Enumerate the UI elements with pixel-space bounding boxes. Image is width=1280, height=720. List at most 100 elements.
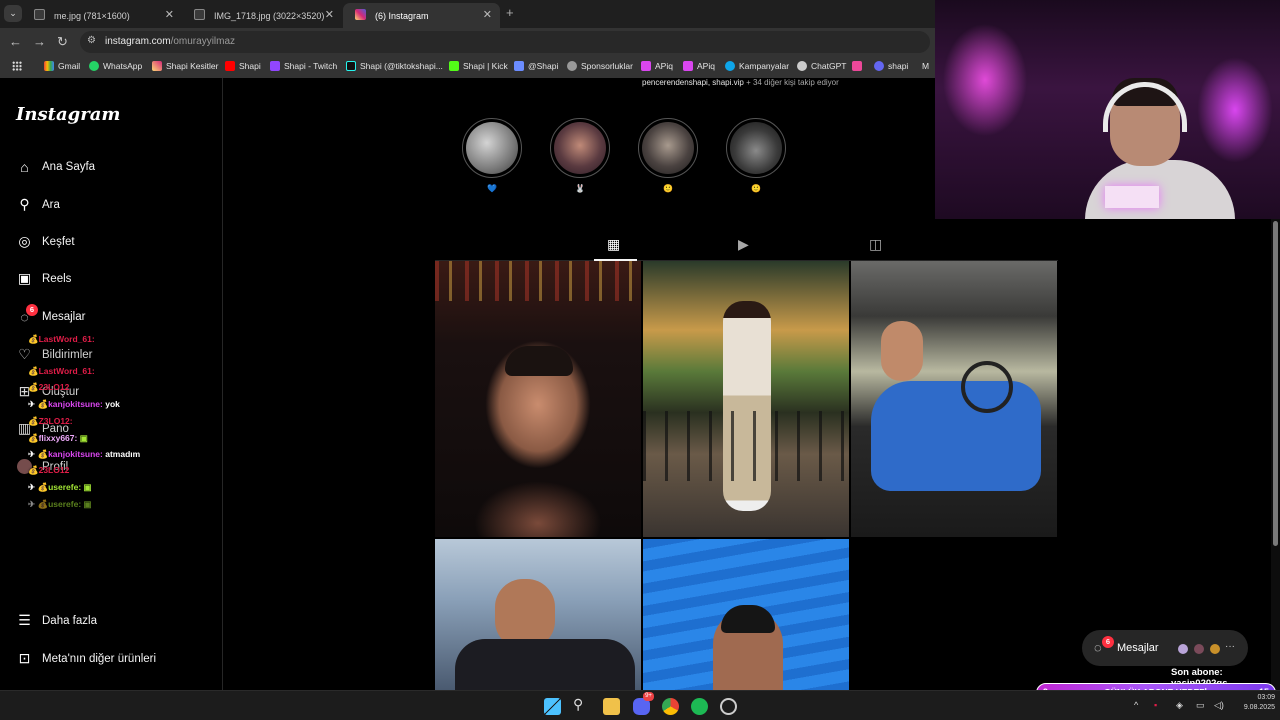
tray-monitor-icon[interactable]: ▭ <box>1196 700 1205 711</box>
nav-meta-products[interactable]: ⊡ Meta'nın diğer ürünleri <box>16 650 156 667</box>
story-highlight[interactable]: 🙂 <box>638 118 698 193</box>
post-thumbnail[interactable] <box>851 261 1057 537</box>
bookmark-at-shapi[interactable]: @Shapi <box>514 61 558 71</box>
bookmark-label: Gmail <box>58 61 81 71</box>
bookmark-whatsapp[interactable]: WhatsApp <box>89 61 142 71</box>
webcam-overlay <box>935 0 1280 219</box>
close-icon[interactable]: ✕ <box>325 8 334 21</box>
clock-time: 03:09 <box>1257 694 1275 701</box>
chrome-icon[interactable] <box>662 698 679 715</box>
highlight-title: 💙 <box>487 184 497 193</box>
post-thumbnail[interactable] <box>435 261 641 537</box>
forward-button[interactable]: → <box>33 34 46 49</box>
messages-badge: 6 <box>26 304 38 316</box>
blue-sweater <box>871 381 1041 491</box>
nav-explore[interactable]: ◎ Keşfet <box>16 233 75 250</box>
bookmark-label: Kampanyalar <box>739 61 790 71</box>
bookmark-gmail[interactable]: Gmail <box>44 61 80 71</box>
file-explorer-icon[interactable] <box>603 698 620 715</box>
apps-grid-icon[interactable] <box>12 61 22 71</box>
tab-search-button[interactable]: ⌄ <box>4 5 22 22</box>
tab-title: (6) Instagram <box>375 10 429 21</box>
post-thumbnail[interactable] <box>643 539 849 690</box>
chat-user: LastWord_61: <box>38 366 95 376</box>
bookmark-bi[interactable] <box>852 61 866 71</box>
tab-title: IMG_1718.jpg (3022×3520) <box>214 10 325 21</box>
bokeh-lights <box>435 261 641 301</box>
search-icon[interactable]: ⚲ <box>573 696 590 713</box>
nav-label: Reels <box>42 272 72 285</box>
bookmark-kampanyalar[interactable]: Kampanyalar <box>725 61 789 71</box>
messenger-icon: ◌ <box>1094 640 1102 655</box>
taskbar-clock[interactable]: 03:09 9.08.2025 <box>1233 693 1275 713</box>
bookmark-shapi-youtube[interactable]: Shapi <box>225 61 261 71</box>
bookmark-shapi-2[interactable]: shapi <box>874 61 908 71</box>
bookmark-shapi-kick[interactable]: Shapi | Kick <box>449 61 508 71</box>
bookmark-apiq-2[interactable]: APiq <box>683 61 715 71</box>
nav-label: Ana Sayfa <box>42 160 96 173</box>
tray-app-icon[interactable]: ▪ <box>1154 700 1157 710</box>
bookmark-apiq-1[interactable]: APiq <box>641 61 673 71</box>
highlight-title: 🙂 <box>663 184 673 193</box>
chat-user: userefe: <box>48 482 82 492</box>
story-highlight[interactable]: 💙 <box>462 118 522 193</box>
clock-date: 9.08.2025 <box>1243 704 1275 711</box>
nav-more[interactable]: ☰ Daha fazla <box>16 612 97 629</box>
bookmark-label: ChatGPT <box>811 61 847 71</box>
nav-home[interactable]: ⌂ Ana Sayfa <box>16 158 95 175</box>
spotify-icon[interactable] <box>691 698 708 715</box>
obs-icon[interactable] <box>720 698 737 715</box>
avatar <box>1177 643 1189 655</box>
grid-icon[interactable]: ▦ <box>607 236 620 253</box>
bookmark-chatgpt[interactable]: ChatGPT <box>797 61 846 71</box>
page-scrollbar[interactable] <box>1271 219 1280 690</box>
bookmark-label: Shapi (@tiktokshapi... <box>360 61 443 71</box>
chat-user: 23LO12 <box>38 465 70 475</box>
nav-search[interactable]: ⚲ Ara <box>16 196 60 213</box>
kick-icon <box>449 61 459 71</box>
bookmark-sponsorluklar[interactable]: Sponsorluklar <box>567 61 633 71</box>
chat-message: ✈ 💰kanjokitsune: atmadım <box>28 449 141 459</box>
bookmark-label: Shapi - Twitch <box>284 61 338 71</box>
close-icon[interactable]: ✕ <box>483 8 492 21</box>
site-info-icon[interactable]: ⚙ <box>87 35 96 46</box>
nav-notifications[interactable]: ♡ Bildirimler <box>16 346 92 363</box>
instagram-logo[interactable]: Instagram <box>16 104 120 125</box>
story-highlight[interactable]: 🐰 <box>550 118 610 193</box>
tagged-icon[interactable]: ◫ <box>869 236 882 253</box>
youtube-icon <box>225 61 235 71</box>
nav-reels[interactable]: ▣ Reels <box>16 270 72 287</box>
reload-button[interactable]: ↻ <box>57 34 68 50</box>
bookmark-label: @Shapi <box>528 61 559 71</box>
bookmark-shapi-twitch[interactable]: Shapi - Twitch <box>270 61 337 71</box>
address-bar[interactable]: ⚙ instagram.com/omurayyilmaz <box>80 31 930 53</box>
tab-title: me.jpg (781×1600) <box>54 10 130 21</box>
highlight-title: 🙂 <box>751 184 761 193</box>
windows-start-icon[interactable] <box>544 698 561 715</box>
tab-me-jpg[interactable]: me.jpg (781×1600) ✕ <box>22 3 182 28</box>
back-button[interactable]: ← <box>9 34 22 49</box>
story-highlight[interactable]: 🙂 <box>726 118 786 193</box>
scrollbar-thumb[interactable] <box>1273 221 1278 546</box>
tray-network-icon[interactable]: ◈ <box>1176 700 1183 711</box>
close-icon[interactable]: ✕ <box>165 8 174 21</box>
avatar <box>1193 643 1205 655</box>
followed-by-text[interactable]: pencerendenshapi, shapi.vip + 34 diğer k… <box>642 78 839 87</box>
keyboard-light <box>1105 186 1159 208</box>
tab-img-1718[interactable]: IMG_1718.jpg (3022×3520) ✕ <box>182 3 342 28</box>
new-tab-button[interactable]: + <box>506 5 514 20</box>
volume-icon[interactable]: ◁) <box>1214 700 1224 711</box>
gmail-icon <box>44 61 54 71</box>
tab-instagram[interactable]: (6) Instagram ✕ <box>343 3 500 28</box>
messages-pill[interactable]: ◌ 6 Mesajlar ··· <box>1082 630 1248 666</box>
bookmark-shapi-tiktok[interactable]: Shapi (@tiktokshapi... <box>346 61 443 71</box>
bookmark-m[interactable]: M <box>922 61 929 71</box>
post-thumbnail[interactable] <box>643 261 849 537</box>
bookmark-shapi-kesitler[interactable]: Shapi Kesitler <box>152 61 218 71</box>
tray-arrow-icon[interactable]: ^ <box>1134 700 1138 710</box>
chat-message: 💰LastWord_61: <box>28 334 95 344</box>
post-thumbnail[interactable] <box>435 539 641 690</box>
reels-icon[interactable]: ▶ <box>738 236 749 253</box>
bookmarks-bar: Gmail WhatsApp Shapi Kesitler Shapi Shap… <box>0 56 935 78</box>
nav-label: Keşfet <box>42 235 75 248</box>
